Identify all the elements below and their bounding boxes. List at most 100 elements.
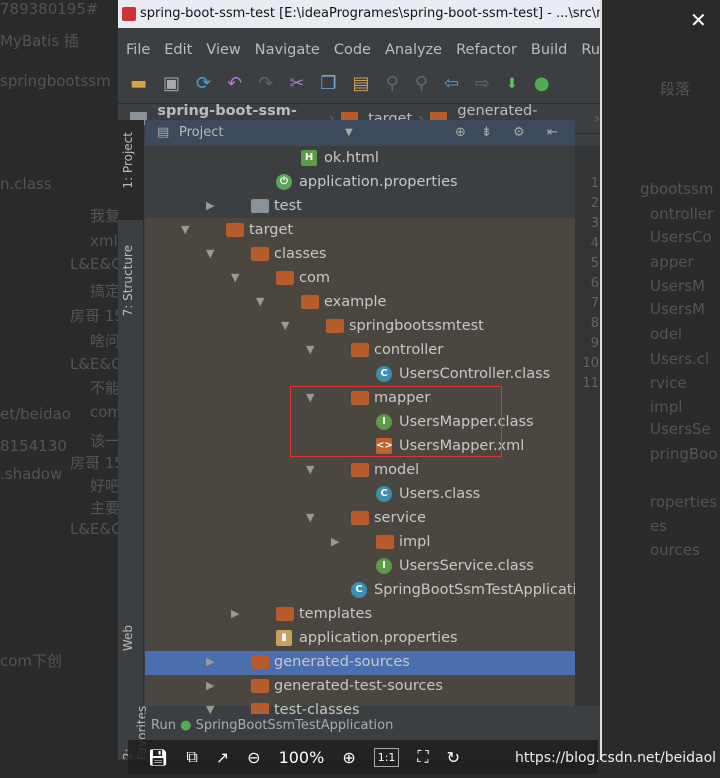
line-number: 6 xyxy=(590,276,599,291)
gear-icon[interactable]: ⚙ xyxy=(513,120,525,146)
tree-item-label: ok.html xyxy=(324,150,379,166)
chevron-down-icon[interactable]: ▼ xyxy=(345,120,353,146)
collapsed-arrow-icon[interactable]: ▶ xyxy=(206,674,214,698)
background-text: ontroller xyxy=(650,205,714,223)
build-icon[interactable]: ⬇ xyxy=(506,76,518,92)
share-icon[interactable]: ↗ xyxy=(216,748,229,767)
tree-item-service[interactable]: ▼ service xyxy=(118,506,578,530)
copy-icon[interactable]: ❐ xyxy=(320,73,336,94)
tree-item-generated-sources[interactable]: ▶ generated-sources xyxy=(118,650,578,674)
menu-navigate[interactable]: Navigate xyxy=(255,38,320,64)
tree-item-springbootssmtest[interactable]: ▼ springbootssmtest xyxy=(118,314,578,338)
menu-refactor[interactable]: Refactor xyxy=(456,38,517,64)
expanded-arrow-icon[interactable]: ▼ xyxy=(206,242,214,266)
folder-icon xyxy=(351,343,369,357)
tree-item-classes[interactable]: ▼ classes xyxy=(118,242,578,266)
expanded-arrow-icon[interactable]: ▼ xyxy=(256,290,264,314)
folder-icon xyxy=(251,199,269,213)
tree-item-application-properties[interactable]: ⏻ application.properties xyxy=(118,170,578,194)
fit-screen-icon[interactable]: ⛶ xyxy=(417,747,428,767)
menu-file[interactable]: File xyxy=(126,38,150,64)
line-number: 8 xyxy=(590,316,599,331)
tree-item-label: test xyxy=(274,198,302,214)
expanded-arrow-icon[interactable]: ▼ xyxy=(281,314,289,338)
menu-code[interactable]: Code xyxy=(334,38,371,64)
tree-item-application-properties[interactable]: ▮ application.properties xyxy=(118,626,578,650)
background-text: et/beidao xyxy=(0,405,71,423)
folder-icon xyxy=(351,463,369,477)
tree-item-model[interactable]: ▼ model xyxy=(118,458,578,482)
undo-icon[interactable]: ↶ xyxy=(227,73,242,94)
spring-properties-icon: ⏻ xyxy=(276,174,292,190)
tree-item-label: com xyxy=(299,270,330,286)
tree-item-com[interactable]: ▼ com xyxy=(118,266,578,290)
zoom-in-icon[interactable]: ⊕ xyxy=(342,748,355,767)
paste-icon[interactable]: ▤ xyxy=(353,73,370,94)
line-number: 9 xyxy=(590,336,599,351)
highlight-box xyxy=(290,386,502,457)
menu-edit[interactable]: Edit xyxy=(164,38,192,64)
menu-run[interactable]: Run xyxy=(581,38,600,64)
expanded-arrow-icon[interactable]: ▼ xyxy=(306,458,314,482)
run-config-name[interactable]: SpringBootSsmTestApplication xyxy=(196,718,394,733)
menu-analyze[interactable]: Analyze xyxy=(385,38,442,64)
collapsed-arrow-icon[interactable]: ▶ xyxy=(206,194,214,218)
spring-boot-icon: ● xyxy=(180,718,192,733)
menu-build[interactable]: Build xyxy=(531,38,567,64)
tree-item-impl[interactable]: ▶ impl xyxy=(118,530,578,554)
cut-icon[interactable]: ✂ xyxy=(289,73,304,94)
save-icon[interactable]: ▣ xyxy=(163,73,180,94)
redo-icon[interactable]: ↷ xyxy=(258,73,273,94)
expanded-arrow-icon[interactable]: ▼ xyxy=(306,506,314,530)
save-icon[interactable]: 💾︎ xyxy=(148,748,168,767)
line-number: 11 xyxy=(582,376,599,391)
menu-view[interactable]: View xyxy=(206,38,240,64)
background-text: odel xyxy=(650,325,683,343)
tree-item-example[interactable]: ▼ example xyxy=(118,290,578,314)
hide-panel-icon[interactable]: ⇤ xyxy=(547,120,558,146)
collapsed-arrow-icon[interactable]: ▶ xyxy=(231,602,239,626)
tree-item-target[interactable]: ▼ target xyxy=(118,218,578,242)
tree-item-generated-test-sources[interactable]: ▶ generated-test-sources xyxy=(118,674,578,698)
sync-icon[interactable]: ⟳ xyxy=(196,73,211,94)
collapsed-arrow-icon[interactable]: ▶ xyxy=(331,530,339,554)
tree-item-ok-html[interactable]: Hok.html xyxy=(118,146,578,170)
replace-icon[interactable]: ⚲ xyxy=(415,73,428,94)
expanded-arrow-icon[interactable]: ▼ xyxy=(306,338,314,362)
background-text: es xyxy=(650,517,668,535)
background-text: L&E&G xyxy=(70,255,123,273)
tree-item-controller[interactable]: ▼ controller xyxy=(118,338,578,362)
locate-icon[interactable]: ⊕ xyxy=(455,120,466,146)
tree-item-label: UsersService.class xyxy=(399,558,534,574)
background-text: UsersM xyxy=(650,277,705,295)
open-icon[interactable]: ▬ xyxy=(130,73,147,94)
collapse-all-icon[interactable]: ⇟ xyxy=(481,120,492,146)
tree-item-userscontroller-class[interactable]: C UsersController.class xyxy=(118,362,578,386)
collapsed-arrow-icon[interactable]: ▶ xyxy=(206,650,214,674)
tree-item-springbootssmtestapplication-class[interactable]: C SpringBootSsmTestApplication.class xyxy=(118,578,600,602)
rotate-icon[interactable]: ↻ xyxy=(447,748,460,767)
expanded-arrow-icon[interactable]: ▼ xyxy=(181,218,189,242)
project-view-selector[interactable]: Project xyxy=(179,125,223,140)
expanded-arrow-icon[interactable]: ▼ xyxy=(231,266,239,290)
actual-size-button[interactable]: 1:1 xyxy=(373,747,400,767)
tree-item-templates[interactable]: ▶ templates xyxy=(118,602,578,626)
ide-title-bar: spring-boot-ssm-test [E:\ideaProgrames\s… xyxy=(118,0,600,28)
toolbar: ▬ ▣ ⟳ ↶ ↷ ✂ ❐ ▤ ⚲ ⚲ ⇦ ⇨ ⬇ ● xyxy=(118,64,600,104)
tree-item-test[interactable]: ▶ test xyxy=(118,194,578,218)
run-tool-bar: Run ● SpringBootSsmTestApplication xyxy=(145,714,600,738)
back-icon[interactable]: ⇦ xyxy=(444,73,459,94)
tree-item-users-class[interactable]: C Users.class xyxy=(118,482,578,506)
background-text: springbootssm xyxy=(0,72,111,90)
intellij-logo-icon xyxy=(122,7,136,21)
zoom-out-icon[interactable]: ⊖ xyxy=(247,748,260,767)
forward-icon[interactable]: ⇨ xyxy=(475,73,490,94)
find-icon[interactable]: ⚲ xyxy=(386,73,399,94)
background-text: apper xyxy=(650,253,694,271)
window-icon[interactable]: ⧉ xyxy=(186,747,197,767)
close-viewer-button[interactable]: ✕ xyxy=(690,8,707,32)
tree-item-usersservice-class[interactable]: I UsersService.class xyxy=(118,554,578,578)
tree-item-label: impl xyxy=(399,534,431,550)
project-view-icon: ▤ xyxy=(157,125,170,140)
spring-run-icon[interactable]: ● xyxy=(534,73,550,94)
